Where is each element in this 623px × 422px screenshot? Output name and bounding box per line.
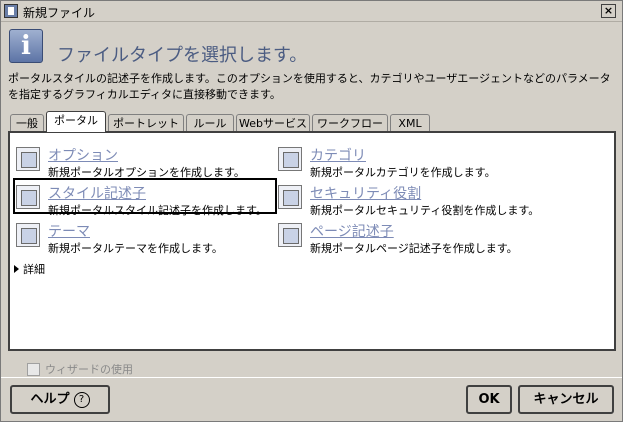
tab-web-services[interactable]: Webサービス — [236, 114, 310, 131]
description-text: ポータルスタイルの記述子を作成します。このオプションを使用すると、カテゴリやユー… — [8, 72, 611, 101]
item-label[interactable]: セキュリティ役割 — [310, 183, 421, 203]
details-toggle[interactable]: 詳細 — [14, 261, 45, 277]
help-icon: ? — [73, 392, 90, 408]
divider — [1, 377, 622, 378]
tab-rule[interactable]: ルール — [186, 114, 234, 131]
tab-xml[interactable]: XML — [390, 114, 430, 131]
portal-category-icon — [278, 147, 302, 171]
file-type-option[interactable]: オプション 新規ポータルオプションを作成します。 — [16, 143, 276, 179]
item-description: 新規ポータルテーマを作成します。 — [48, 242, 223, 255]
tab-portal[interactable]: ポータル — [46, 111, 106, 132]
file-type-theme[interactable]: テーマ 新規ポータルテーマを作成します。 — [16, 219, 276, 255]
tab-workflow[interactable]: ワークフロー — [312, 114, 388, 131]
tab-portlet[interactable]: ポートレット — [108, 114, 184, 131]
file-type-security-role[interactable]: セキュリティ役割 新規ポータルセキュリティ役割を作成します。 — [278, 181, 578, 217]
cancel-button[interactable]: キャンセル — [518, 385, 614, 414]
details-label: 詳細 — [23, 263, 45, 276]
help-label: ヘルプ — [30, 392, 70, 407]
item-label[interactable]: テーマ — [48, 221, 90, 241]
item-description: 新規ポータルページ記述子を作成します。 — [310, 242, 518, 255]
item-description: 新規ポータルスタイル記述子を作成します。 — [48, 204, 267, 217]
close-button[interactable]: × — [601, 4, 616, 18]
portal-option-icon — [16, 147, 40, 171]
window-title: 新規ファイル — [23, 6, 96, 20]
wizard-checkbox[interactable] — [27, 363, 40, 376]
file-type-page-descriptor[interactable]: ページ記述子 新規ポータルページ記述子を作成します。 — [278, 219, 578, 255]
help-button[interactable]: ヘルプ? — [10, 385, 110, 414]
app-icon — [4, 4, 18, 18]
wizard-label: ウィザードの使用 — [45, 363, 133, 376]
portal-theme-icon — [16, 223, 40, 247]
item-label[interactable]: オプション — [48, 145, 118, 165]
file-type-panel: オプション 新規ポータルオプションを作成します。 カテゴリ 新規ポータルカテゴリ… — [8, 131, 616, 351]
item-label[interactable]: ページ記述子 — [310, 221, 394, 241]
item-description: 新規ポータルカテゴリを作成します。 — [310, 166, 496, 179]
file-type-category[interactable]: カテゴリ 新規ポータルカテゴリを作成します。 — [278, 143, 578, 179]
page-title: ファイルタイプを選択します。 — [57, 45, 308, 66]
ok-button[interactable]: OK — [466, 385, 512, 414]
expand-triangle-icon — [14, 265, 19, 273]
page-descriptor-icon — [278, 223, 302, 247]
style-descriptor-icon — [16, 185, 40, 209]
title-bar: 新規ファイル × — [1, 1, 622, 22]
file-type-style-descriptor[interactable]: スタイル記述子 新規ポータルスタイル記述子を作成します。 — [13, 178, 277, 217]
tab-general[interactable]: 一般 — [10, 114, 44, 131]
item-label[interactable]: カテゴリ — [310, 145, 366, 165]
item-description: 新規ポータルセキュリティ役割を作成します。 — [310, 204, 540, 217]
item-label[interactable]: スタイル記述子 — [48, 183, 146, 203]
new-file-dialog: 新規ファイル × i ファイルタイプを選択します。 ポータルスタイルの記述子を作… — [0, 0, 623, 422]
security-role-icon — [278, 185, 302, 209]
info-icon: i — [9, 29, 43, 63]
